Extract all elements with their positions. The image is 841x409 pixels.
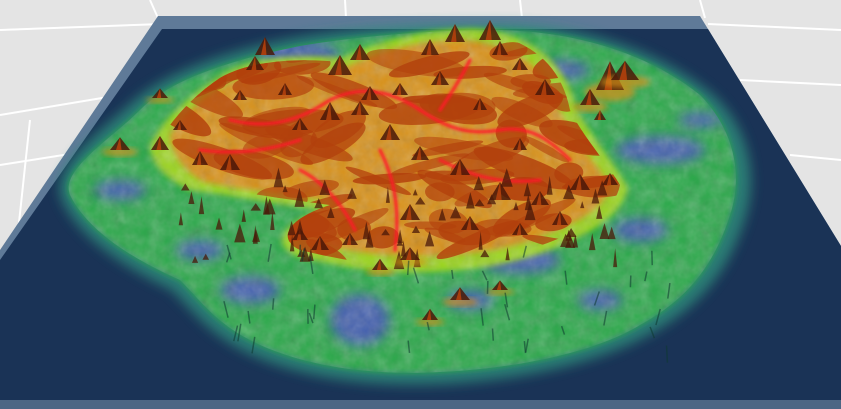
terrain-viewport[interactable] — [0, 0, 841, 409]
terrain-scene[interactable] — [0, 0, 841, 409]
